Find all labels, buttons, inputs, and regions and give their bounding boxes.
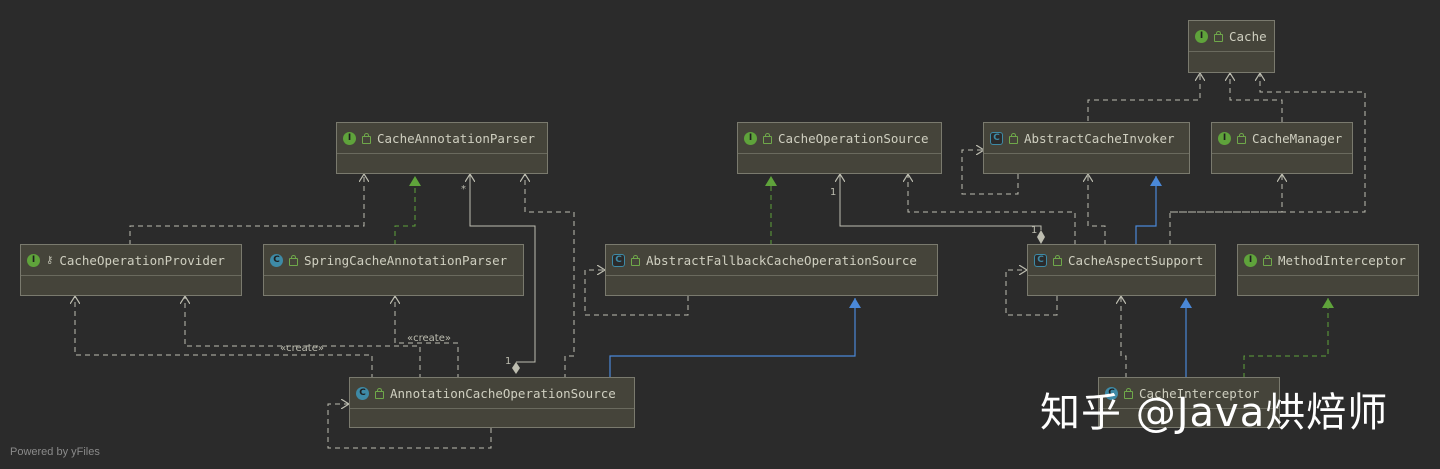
lock-icon	[1237, 132, 1246, 144]
edge-acos-provider	[75, 296, 373, 379]
class-name: CacheOperationSource	[778, 130, 929, 146]
class-node-abstract-fallback-cache-operation-source[interactable]: C AbstractFallbackCacheOperationSource	[605, 244, 938, 296]
lock-icon	[1214, 30, 1223, 42]
edge-spring-implements-parser	[394, 176, 421, 245]
watermark-text: 知乎 @Java烘焙师	[1040, 390, 1389, 436]
edge-aspect-extends-invoker	[1135, 176, 1162, 245]
class-node-cache-annotation-parser[interactable]: I CacheAnnotationParser	[336, 122, 548, 174]
class-name: AbstractCacheInvoker	[1024, 130, 1175, 146]
lock-icon	[1053, 254, 1062, 266]
class-name: AbstractFallbackCacheOperationSource	[646, 252, 917, 268]
class-name: CacheOperationProvider	[59, 252, 225, 268]
class-name: AnnotationCacheOperationSource	[390, 385, 616, 401]
class-node-annotation-cache-operation-source[interactable]: C AnnotationCacheOperationSource	[349, 377, 635, 428]
lock-icon	[1263, 254, 1272, 266]
edge-aspect-aggregates-opsource	[840, 174, 1042, 230]
powered-by-label: Powered by yFiles	[10, 446, 100, 458]
class-node-cache-operation-provider[interactable]: I ⚷ CacheOperationProvider	[20, 244, 242, 296]
edge-interceptor-aspect-dep	[1121, 296, 1127, 378]
edge-label-create: «create»	[407, 333, 451, 344]
lock-icon	[375, 387, 384, 399]
class-name: SpringCacheAnnotationParser	[304, 252, 508, 268]
abstract-class-icon: C	[612, 253, 625, 267]
class-node-cache-manager[interactable]: I CacheManager	[1211, 122, 1353, 174]
edge-label-create: «create»	[280, 343, 324, 354]
interface-icon: I	[27, 253, 40, 267]
class-node-cache-operation-source[interactable]: I CacheOperationSource	[737, 122, 942, 174]
edge-provider-parser	[129, 174, 364, 245]
class-node-cache[interactable]: I Cache	[1188, 20, 1275, 73]
edge-aspect-invoker-dep	[1088, 174, 1106, 245]
class-name: CacheAnnotationParser	[377, 130, 536, 146]
multiplicity-label: 1	[830, 187, 837, 198]
interface-icon: I	[744, 131, 757, 145]
key-icon: ⚷	[46, 254, 54, 266]
edge-acos-parser	[525, 174, 575, 379]
interface-icon: I	[343, 131, 356, 145]
interface-icon: I	[1244, 253, 1257, 267]
class-name: CacheManager	[1252, 130, 1343, 146]
abstract-class-icon: C	[990, 131, 1003, 145]
diamond-aspect	[1037, 230, 1045, 244]
class-node-abstract-cache-invoker[interactable]: C AbstractCacheInvoker	[983, 122, 1190, 174]
multiplicity-label: *	[461, 184, 466, 195]
lock-icon	[362, 132, 371, 144]
lock-icon	[289, 254, 298, 266]
class-name: CacheAspectSupport	[1068, 252, 1204, 268]
class-icon: C	[356, 386, 369, 400]
diamond-acos	[512, 362, 520, 374]
edge-manager-cache	[1230, 73, 1283, 122]
class-node-spring-cache-annotation-parser[interactable]: C SpringCacheAnnotationParser	[263, 244, 524, 296]
edge-acos-provider2	[185, 296, 421, 379]
edge-interceptor-implements-methodinterceptor	[1243, 298, 1334, 378]
interface-icon: I	[1195, 29, 1208, 43]
lock-icon	[763, 132, 772, 144]
class-name: MethodInterceptor	[1278, 252, 1406, 268]
class-name: Cache	[1229, 28, 1267, 44]
lock-icon	[1009, 132, 1018, 144]
lock-icon	[631, 254, 640, 266]
class-icon: C	[270, 253, 283, 267]
multiplicity-label: 1	[1031, 225, 1038, 236]
class-node-cache-aspect-support[interactable]: C CacheAspectSupport	[1027, 244, 1216, 296]
interface-icon: I	[1218, 131, 1231, 145]
class-node-method-interceptor[interactable]: I MethodInterceptor	[1237, 244, 1419, 296]
edge-aspect-opsource	[908, 174, 1076, 245]
multiplicity-label: 1	[505, 356, 512, 367]
edge-acos-extends-fallback	[609, 298, 861, 379]
abstract-class-icon: C	[1034, 253, 1047, 267]
edge-aspect-manager	[1170, 174, 1282, 213]
